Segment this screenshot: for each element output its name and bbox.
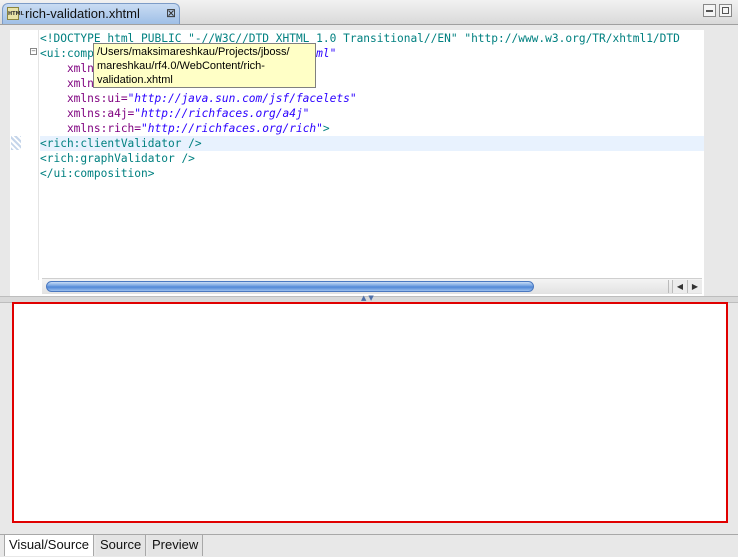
fold-collapse-icon[interactable]: − [30,48,37,55]
minimize-icon[interactable] [703,4,716,17]
code-token: "http://java.sun.com/jsf/facelets" [127,92,357,105]
code-token: xmlns:rich= [40,122,142,135]
html-file-icon: HTML [7,7,24,20]
code-line[interactable]: xmlns:rich="http://richfaces.org/rich"> [40,121,704,136]
code-token: "http://richfaces.org/rich" [141,122,323,135]
code-token: xmlns:ui= [40,92,128,105]
code-token: </ui:composition> [40,167,155,180]
editor-tab-title: rich-validation.xhtml [25,6,140,21]
code-token: <ui:comp [40,47,94,60]
tooltip-line-3: validation.xhtml [97,74,173,86]
tab-preview[interactable]: Preview [148,535,204,556]
editor-tab-rich-validation[interactable]: HTML rich-validation.xhtml ⊠ [2,3,180,24]
horizontal-scrollbar[interactable]: ◀ ▶ [42,278,702,294]
code-token: xmln [40,62,94,75]
editor-mode-tabs: Visual/Source Source Preview [0,534,738,557]
code-line[interactable]: </ui:composition> [40,166,704,181]
maximize-icon[interactable] [719,4,732,17]
editor-gutter: − [10,30,39,280]
tooltip-line-1: /Users/maksimareshkau/Projects/jboss/ [97,46,290,58]
editor-tab-bar: HTML rich-validation.xhtml ⊠ [0,0,738,25]
tab-source[interactable]: Source [96,535,147,556]
code-token: > [322,122,330,135]
file-path-tooltip: /Users/maksimareshkau/Projects/jboss/ ma… [93,43,316,88]
code-token: <rich:clientValidator /> [40,137,202,150]
tab-visual-source[interactable]: Visual/Source [4,535,94,556]
visual-editor-pane[interactable] [12,302,728,523]
code-line[interactable]: xmlns:a4j="http://richfaces.org/a4j" [40,106,704,121]
code-line[interactable]: xmlns:ui="http://java.sun.com/jsf/facele… [40,91,704,106]
scrollbar-thumb[interactable] [46,281,534,292]
tooltip-line-2: mareshkau/rf4.0/WebContent/rich- [97,60,265,72]
code-token: xmln [40,77,94,90]
splitter-arrows-icon[interactable]: ▲▼ [361,294,376,302]
close-icon[interactable]: ⊠ [166,6,176,20]
scroll-right-icon[interactable]: ▶ [687,280,702,293]
code-token: xmlns:a4j= [40,107,135,120]
code-token: <rich:graphValidator /> [40,152,195,165]
code-line[interactable]: <rich:clientValidator /> [40,136,704,151]
code-line[interactable]: <rich:graphValidator /> [40,151,704,166]
scroll-left-icon[interactable]: ◀ [672,280,687,293]
current-line-marker [11,136,21,150]
code-token: "http://richfaces.org/a4j" [134,107,310,120]
